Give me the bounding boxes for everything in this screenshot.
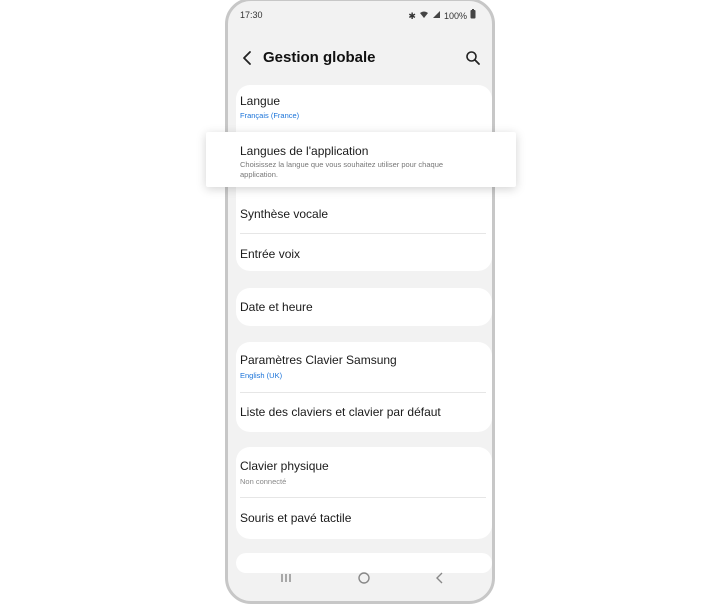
row-keyboard-list[interactable]: Liste des claviers et clavier par défaut <box>236 394 492 430</box>
row-tts-label: Synthèse vocale <box>240 207 329 221</box>
divider <box>240 233 486 234</box>
row-samsung-keyboard-label: Paramètres Clavier Samsung <box>240 353 397 367</box>
row-date-time[interactable]: Date et heure <box>236 288 492 326</box>
divider <box>240 497 486 498</box>
chevron-left-icon[interactable] <box>240 50 256 66</box>
row-tts[interactable]: Synthèse vocale <box>236 197 492 231</box>
app-bar: Gestion globale <box>228 45 492 73</box>
row-mouse-touchpad[interactable]: Souris et pavé tactile <box>236 499 492 537</box>
row-app-languages-description: Choisissez la langue que vous souhaitez … <box>240 160 444 179</box>
row-langue[interactable]: Langue Français (France) <box>236 85 492 129</box>
search-icon[interactable] <box>465 50 481 66</box>
status-bar: 17:30 ✱ 100% <box>228 9 492 23</box>
row-samsung-keyboard[interactable]: Paramètres Clavier Samsung English (UK) <box>236 342 492 390</box>
home-icon[interactable] <box>352 571 376 591</box>
row-mouse-touchpad-label: Souris et pavé tactile <box>240 511 352 525</box>
back-icon[interactable] <box>428 571 452 591</box>
row-langue-value: Français (France) <box>240 111 300 120</box>
divider <box>240 392 486 393</box>
status-time: 17:30 <box>240 10 263 20</box>
row-app-languages-label: Langues de l'application <box>240 144 369 158</box>
page-title: Gestion globale <box>263 49 376 66</box>
row-samsung-keyboard-value: English (UK) <box>240 371 283 380</box>
battery-level: 100% <box>443 10 467 21</box>
row-app-languages[interactable]: Langues de l'application Choisissez la l… <box>206 132 516 187</box>
row-voice-input-label: Entrée voix <box>240 247 301 261</box>
row-physical-keyboard-status: Non connecté <box>240 477 287 486</box>
status-icons: ✱ 100% <box>408 9 476 22</box>
row-date-time-label: Date et heure <box>240 300 313 314</box>
recents-icon[interactable] <box>274 571 298 591</box>
wifi-icon <box>419 10 429 22</box>
row-physical-keyboard-label: Clavier physique <box>240 459 329 473</box>
bluetooth-icon: ✱ <box>408 10 416 21</box>
input-devices-card: Clavier physique Non connecté Souris et … <box>236 447 492 539</box>
keyboard-card: Paramètres Clavier Samsung English (UK) … <box>236 342 492 432</box>
navigation-bar <box>228 571 492 591</box>
phone-frame: 17:30 ✱ 100% Gestion globale Langue Fran… <box>225 0 495 604</box>
row-physical-keyboard[interactable]: Clavier physique Non connecté <box>236 447 492 495</box>
signal-icon <box>432 10 441 22</box>
row-keyboard-list-label: Liste des claviers et clavier par défaut <box>240 405 441 419</box>
battery-icon <box>470 9 476 22</box>
row-voice-input[interactable]: Entrée voix <box>236 235 492 269</box>
datetime-card: Date et heure <box>236 288 492 326</box>
row-langue-label: Langue <box>240 94 281 108</box>
next-card-edge <box>236 553 492 573</box>
